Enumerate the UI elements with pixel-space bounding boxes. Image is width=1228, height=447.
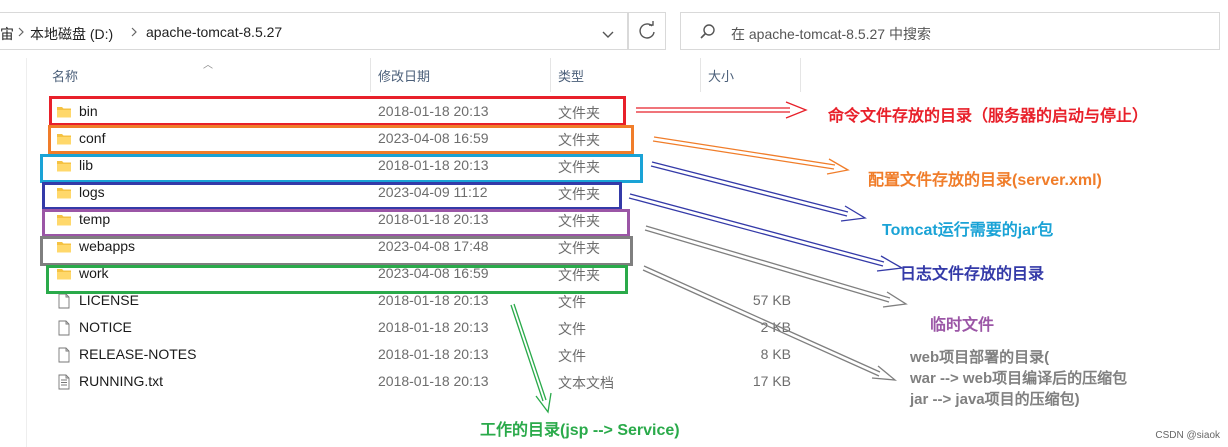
annotation-bin: 命令文件存放的目录（服务器的启动与停止） [828,108,1149,125]
arrow-webapps [642,265,898,381]
arrow-bin [636,101,808,119]
highlight-box-bin [49,96,626,126]
annotation-lib: Tomcat运行需要的jar包 [882,222,1054,239]
highlight-box-conf [48,125,634,154]
highlight-box-lib [40,154,643,183]
annotation-work: 工作的目录(jsp --> Service) [480,422,680,439]
highlight-box-temp [42,209,630,237]
arrow-temp [644,225,908,308]
annotation-webapps-line: war --> web项目编译后的压缩包 [910,370,1128,387]
highlight-box-webapps [40,236,633,266]
annotation-webapps-line: web项目部署的目录( [910,349,1050,366]
annotation-temp: 临时文件 [930,317,995,334]
arrow-work [510,303,552,414]
arrow-conf [652,136,850,175]
highlight-box-work [46,265,628,294]
annotation-webapps: web项目部署的目录( war --> web项目编译后的压缩包 jar -->… [910,347,1127,410]
annotation-logs: 日志文件存放的目录 [900,266,1045,283]
highlight-box-logs [42,182,622,210]
annotation-webapps-line: jar --> java项目的压缩包) [910,391,1080,408]
annotation-conf: 配置文件存放的目录(server.xml) [868,172,1102,189]
watermark: CSDN @siaok [1155,430,1220,441]
